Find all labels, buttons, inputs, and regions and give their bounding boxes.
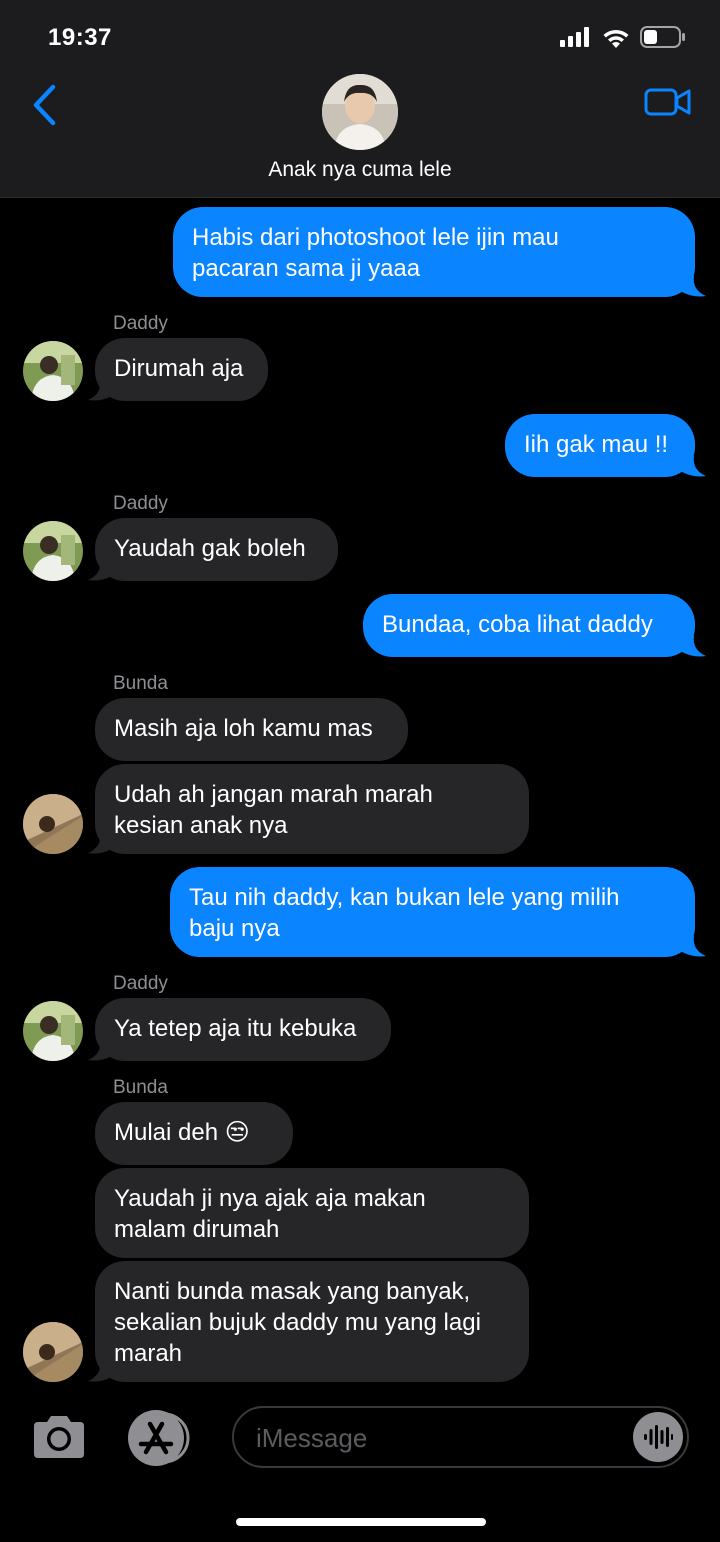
video-call-button[interactable] — [644, 84, 692, 120]
incoming-message[interactable]: Masih aja loh kamu mas — [95, 698, 408, 761]
message-input-placeholder: iMessage — [256, 1423, 368, 1453]
message-text-line: Udah ah jangan marah marah — [114, 781, 433, 808]
bubble-tail — [88, 1361, 112, 1382]
incoming-message[interactable]: Mulai deh 😒 — [95, 1102, 293, 1165]
sender-avatar-daddy[interactable] — [23, 341, 83, 401]
message-input[interactable]: iMessage — [232, 1406, 689, 1468]
bubble-tail — [88, 560, 112, 581]
message-text-line: Dirumah aja — [114, 355, 244, 382]
bubble-tail — [682, 276, 706, 297]
incoming-message[interactable]: Yaudah ji nya ajak aja makan malam dirum… — [95, 1168, 529, 1258]
incoming-message[interactable]: Nanti bunda masak yang banyak, sekalian … — [95, 1261, 529, 1382]
camera-icon — [34, 1416, 84, 1458]
message-text-line: kesian anak nya — [114, 812, 288, 839]
wifi-icon — [603, 29, 629, 48]
home-indicator[interactable] — [236, 1518, 486, 1526]
message-text-line: pacaran sama ji yaaa — [192, 255, 421, 282]
sender-avatar-daddy[interactable] — [23, 521, 83, 581]
battery-icon — [640, 26, 685, 48]
waveform-icon — [644, 1425, 673, 1449]
message-text-line: Bundaa, coba lihat daddy — [382, 611, 653, 638]
message-text-line: Nanti bunda masak yang banyak, — [114, 1278, 471, 1305]
status-icons — [560, 26, 686, 48]
sender-avatar-bunda[interactable] — [23, 794, 83, 854]
message-text-line: Yaudah gak boleh — [114, 535, 306, 562]
chevron-left-icon — [33, 84, 56, 126]
video-camera-icon — [644, 88, 691, 116]
camera-button[interactable] — [30, 1414, 88, 1460]
incoming-message[interactable]: Dirumah aja — [95, 338, 268, 401]
incoming-message[interactable]: Ya tetep aja itu kebuka — [95, 998, 391, 1061]
sender-name: Daddy — [113, 973, 168, 994]
message-text-line: Yaudah ji nya ajak aja makan — [114, 1185, 426, 1212]
message-text-line: Habis dari photoshoot lele ijin mau — [192, 224, 559, 251]
message-text-line: Mulai deh 😒 — [114, 1119, 250, 1146]
bubble-tail — [88, 833, 112, 854]
conversation-header: 19:37 Anak nya cuma lele — [0, 0, 720, 198]
contact-avatar[interactable] — [322, 74, 398, 150]
bubble-tail — [682, 636, 706, 657]
bubble-tail — [88, 1040, 112, 1061]
message-text-line: malam dirumah — [114, 1216, 280, 1243]
outgoing-message[interactable]: Bundaa, coba lihat daddy — [363, 594, 695, 657]
status-time: 19:37 — [48, 24, 112, 51]
app-store-icon — [128, 1410, 190, 1466]
back-button[interactable] — [24, 82, 64, 128]
contact-name[interactable]: Anak nya cuma lele — [0, 158, 720, 182]
cellular-signal-icon — [560, 27, 589, 47]
message-text-line: baju nya — [189, 915, 280, 942]
bubble-tail — [682, 936, 706, 957]
sender-name: Bunda — [113, 673, 168, 694]
message-text-line: Masih aja loh kamu mas — [114, 715, 373, 742]
incoming-message[interactable]: Yaudah gak boleh — [95, 518, 338, 581]
outgoing-message[interactable]: Tau nih daddy, kan bukan lele yang milih… — [170, 867, 695, 957]
bubble-tail — [682, 456, 706, 477]
sender-name: Daddy — [113, 313, 168, 334]
sender-name: Bunda — [113, 1077, 168, 1098]
message-text-line: Tau nih daddy, kan bukan lele yang milih — [189, 884, 620, 911]
outgoing-message[interactable]: Iih gak mau !! — [505, 414, 695, 477]
bubble-tail — [88, 380, 112, 401]
audio-message-button[interactable] — [633, 1412, 683, 1462]
message-text-line: Ya tetep aja itu kebuka — [114, 1015, 357, 1042]
outgoing-message[interactable]: Habis dari photoshoot lele ijin mau paca… — [173, 207, 695, 297]
app-store-button[interactable] — [126, 1410, 196, 1466]
sender-avatar-bunda[interactable] — [23, 1322, 83, 1382]
message-text-line: sekalian bujuk daddy mu yang lagi — [114, 1309, 481, 1336]
message-text-line: marah — [114, 1340, 183, 1367]
message-text-line: Iih gak mau !! — [524, 431, 669, 458]
incoming-message[interactable]: Udah ah jangan marah marah kesian anak n… — [95, 764, 529, 854]
sender-avatar-daddy[interactable] — [23, 1001, 83, 1061]
sender-name: Daddy — [113, 493, 168, 514]
